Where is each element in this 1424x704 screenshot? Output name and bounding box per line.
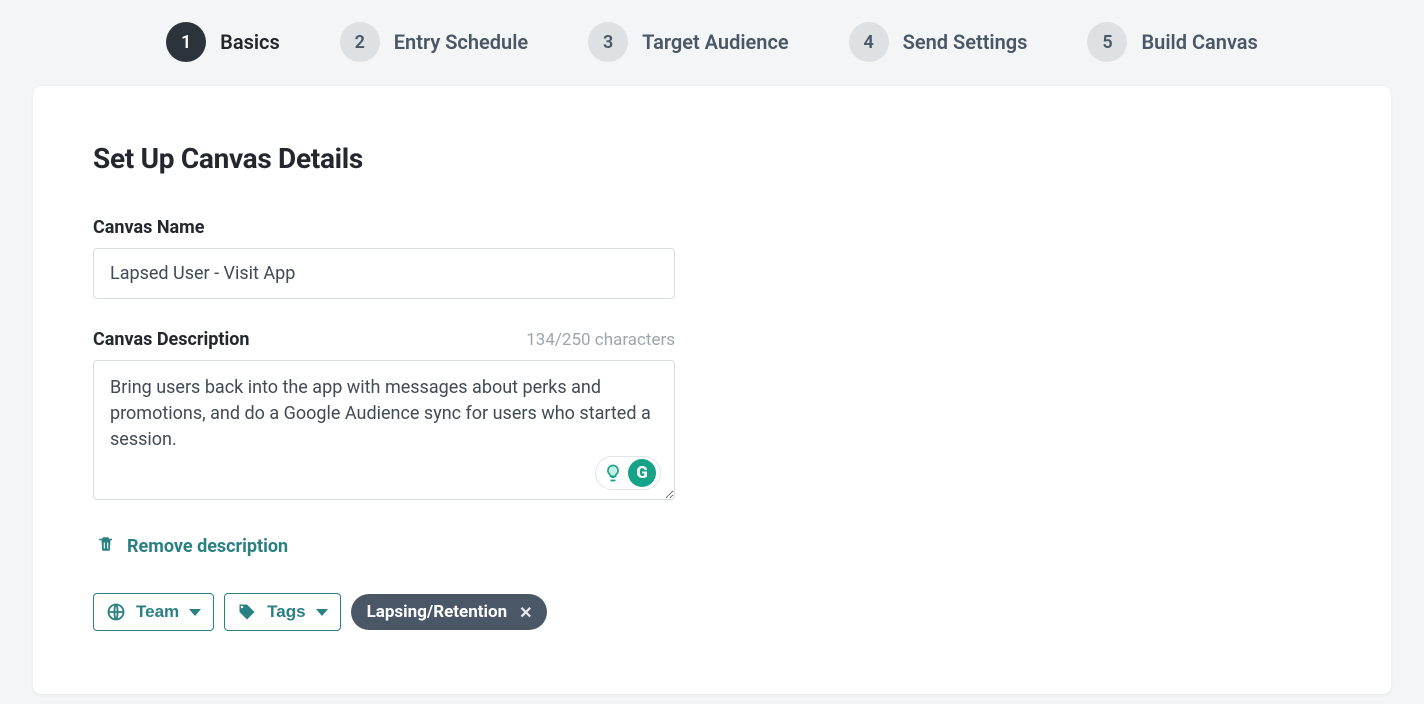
canvas-name-label: Canvas Name [93,217,204,238]
canvas-description-label: Canvas Description [93,329,249,350]
canvas-details-card: Set Up Canvas Details Canvas Name Canvas… [33,86,1391,694]
step-number: 5 [1087,22,1127,62]
remove-description-label: Remove description [127,536,288,557]
step-entry-schedule[interactable]: 2 Entry Schedule [340,22,528,62]
page-title: Set Up Canvas Details [93,142,1331,175]
step-target-audience[interactable]: 3 Target Audience [588,22,788,62]
chevron-down-icon [316,609,328,616]
canvas-name-group: Canvas Name [93,217,675,299]
step-label: Build Canvas [1141,30,1257,54]
remove-description-button[interactable]: Remove description [93,534,288,559]
canvas-description-textarea[interactable]: Bring users back into the app with messa… [93,360,675,500]
step-basics[interactable]: 1 Basics [166,22,280,62]
step-number: 4 [849,22,889,62]
step-number: 1 [166,22,206,62]
tags-dropdown-label: Tags [267,602,305,622]
step-number: 3 [588,22,628,62]
step-label: Send Settings [903,30,1028,54]
chip-row: Team Tags Lapsing/Retention ✕ [93,593,1331,631]
tags-dropdown[interactable]: Tags [224,593,340,631]
step-label: Target Audience [642,30,788,54]
team-dropdown-label: Team [136,602,179,622]
step-label: Basics [220,30,280,54]
tag-chip-label: Lapsing/Retention [367,602,508,622]
chevron-down-icon [189,609,201,616]
step-send-settings[interactable]: 4 Send Settings [849,22,1028,62]
char-count: 134/250 characters [526,330,675,350]
tag-chip: Lapsing/Retention ✕ [351,594,547,630]
close-icon[interactable]: ✕ [519,603,532,622]
trash-icon [97,534,115,559]
team-dropdown[interactable]: Team [93,593,214,631]
stepper: 1 Basics 2 Entry Schedule 3 Target Audie… [0,0,1424,86]
canvas-description-group: Canvas Description 134/250 characters Br… [93,329,675,504]
step-number: 2 [340,22,380,62]
tag-icon [237,602,257,622]
canvas-name-input[interactable] [93,248,675,299]
globe-icon [106,602,126,622]
step-label: Entry Schedule [394,30,528,54]
step-build-canvas[interactable]: 5 Build Canvas [1087,22,1257,62]
